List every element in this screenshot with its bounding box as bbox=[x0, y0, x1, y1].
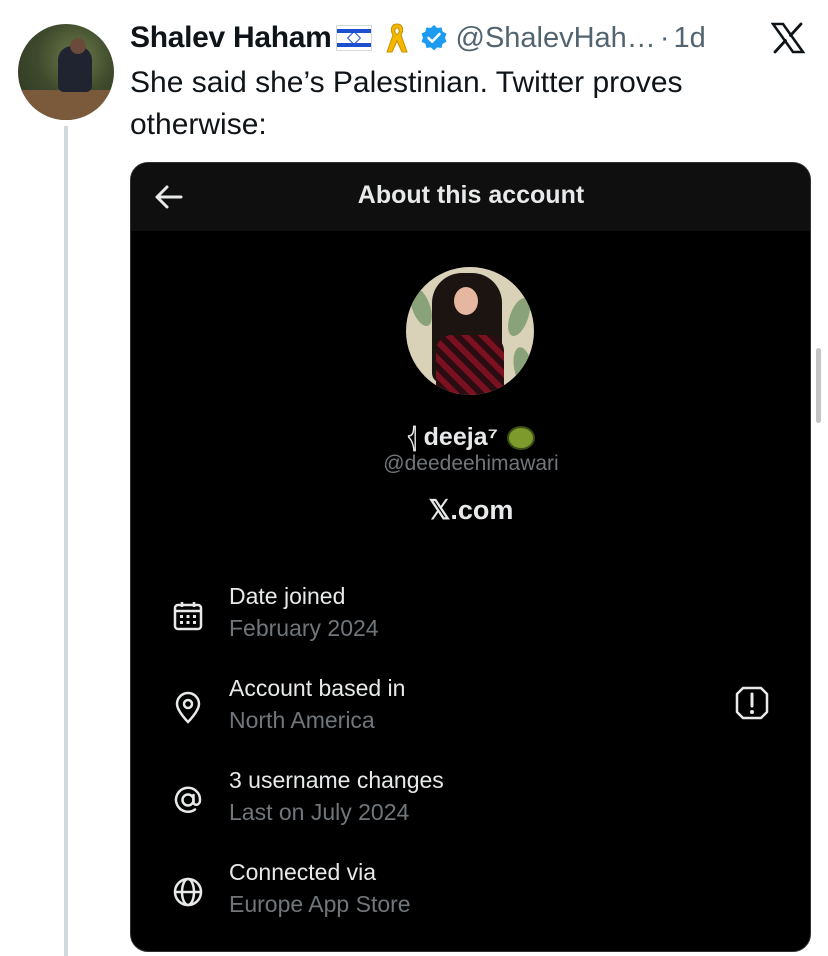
thread-line bbox=[64, 126, 68, 956]
profile-display-name: 𓂆 deeja⁷ bbox=[131, 413, 810, 454]
yellow-ribbon-icon bbox=[385, 23, 408, 53]
connected-via-row: Connected via Europe App Store bbox=[131, 851, 810, 931]
account-based-in-row: Account based in North America bbox=[131, 667, 810, 747]
shield-info-icon[interactable] bbox=[735, 685, 769, 721]
calendar-icon bbox=[173, 602, 203, 631]
location-pin-icon bbox=[175, 691, 201, 724]
row-value: February 2024 bbox=[229, 615, 379, 641]
verified-badge-icon bbox=[421, 25, 446, 51]
username-changes-row: 3 username changes Last on July 2024 bbox=[131, 759, 810, 839]
row-label: Date joined bbox=[229, 583, 346, 609]
date-joined-row: Date joined February 2024 bbox=[131, 575, 810, 655]
name-prefix-glyph: 𓂆 bbox=[407, 423, 417, 451]
globe-icon bbox=[173, 877, 203, 907]
card-title: About this account bbox=[357, 181, 585, 209]
author-avatar[interactable] bbox=[18, 24, 114, 120]
row-value: North America bbox=[229, 707, 375, 733]
author-handle[interactable]: @ShalevHah… bbox=[456, 22, 656, 55]
row-label: Account based in bbox=[229, 675, 406, 701]
author-name[interactable]: Shalev Haham bbox=[130, 21, 332, 55]
row-label: Connected via bbox=[229, 859, 377, 885]
tweet-text: She said she’s Palestinian. Twitter prov… bbox=[130, 66, 683, 141]
row-label: 3 username changes bbox=[229, 767, 444, 793]
domain-label: 𝕏.com bbox=[428, 495, 514, 525]
x-logo-icon bbox=[771, 22, 805, 54]
scrollbar-thumb[interactable] bbox=[816, 348, 821, 423]
dot-separator: · bbox=[659, 21, 670, 54]
row-value: Last on July 2024 bbox=[229, 799, 410, 825]
tweet-time[interactable]: 1d bbox=[673, 22, 705, 55]
tweet-header: Shalev Haham @ShalevHah… · 1d bbox=[130, 18, 706, 58]
profile-handle: @deedeehimawari bbox=[383, 452, 559, 475]
display-name-text: deeja⁷ bbox=[423, 423, 498, 451]
avatar-head bbox=[70, 38, 86, 54]
about-account-screenshot[interactable]: About this account 𓂆 deeja⁷ @deedeehimaw… bbox=[130, 162, 811, 952]
at-sign-icon bbox=[174, 786, 202, 813]
avatar-ground bbox=[18, 90, 114, 120]
row-value: Europe App Store bbox=[229, 891, 411, 917]
israel-flag-icon bbox=[335, 25, 372, 51]
profile-picture bbox=[406, 267, 534, 395]
olive-emoji-icon bbox=[506, 426, 535, 451]
